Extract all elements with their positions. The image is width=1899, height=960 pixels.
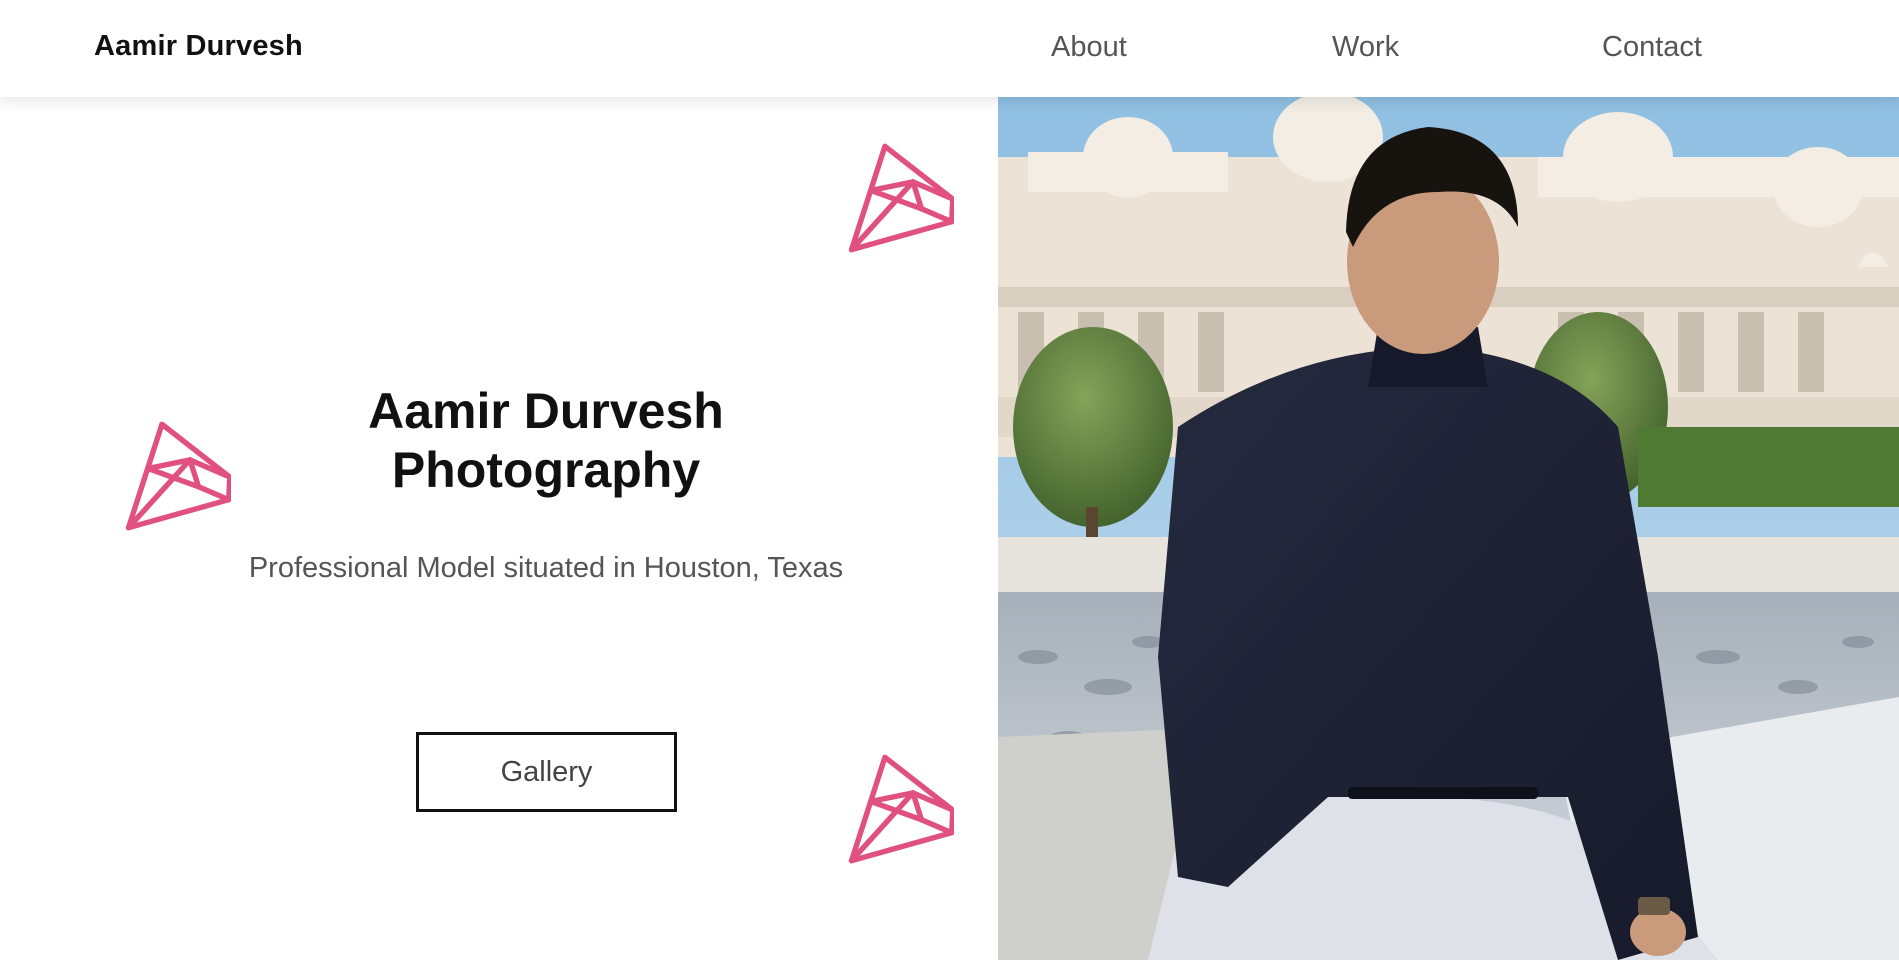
diamond-icon — [123, 420, 231, 532]
top-navbar: Aamir Durvesh About Work Contact — [0, 0, 1899, 97]
diamond-icon — [846, 142, 954, 254]
gallery-button[interactable]: Gallery — [416, 732, 677, 812]
brand-logo[interactable]: Aamir Durvesh — [94, 30, 303, 63]
nav-contact[interactable]: Contact — [1602, 31, 1702, 64]
portrait-photo — [998, 97, 1899, 960]
diamond-icon — [846, 753, 954, 865]
hero-subtitle: Professional Model situated in Houston, … — [248, 552, 844, 584]
nav-work[interactable]: Work — [1332, 31, 1399, 64]
nav-about[interactable]: About — [1051, 31, 1127, 64]
